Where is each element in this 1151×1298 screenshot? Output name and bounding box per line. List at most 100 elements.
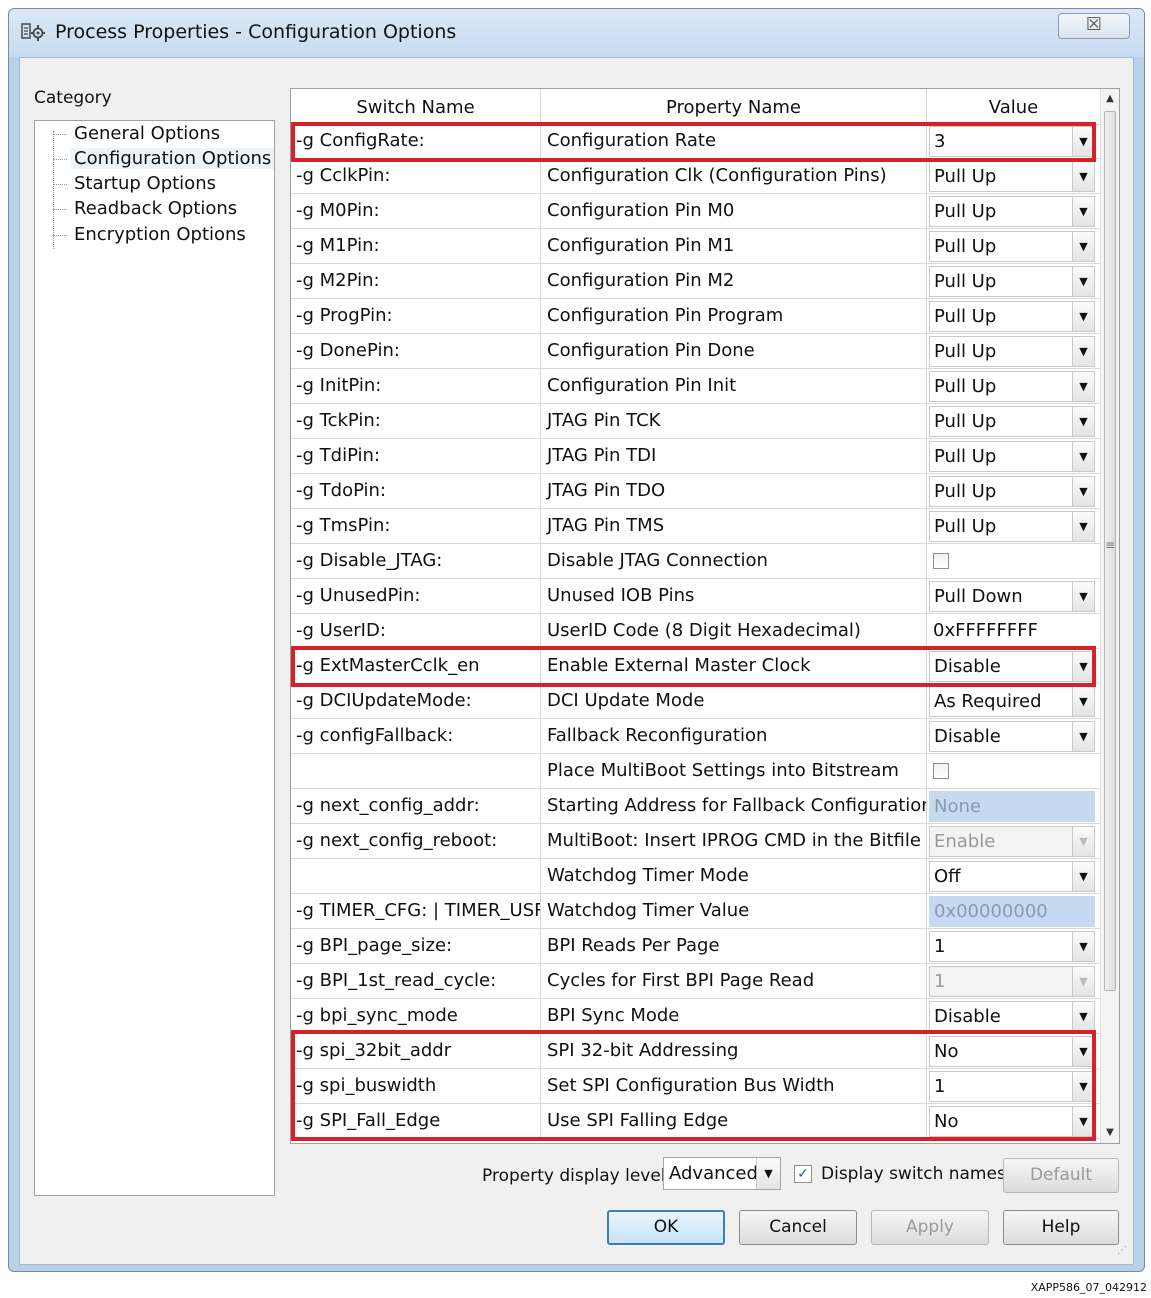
chevron-down-icon[interactable]: ▼: [1072, 827, 1094, 856]
chevron-down-icon[interactable]: ▼: [1072, 337, 1094, 366]
chevron-down-icon[interactable]: ▼: [1072, 967, 1094, 996]
value-checkbox[interactable]: [929, 546, 1095, 577]
column-header-switch-name[interactable]: Switch Name: [291, 89, 541, 124]
value-dropdown[interactable]: Disable ▼: [929, 721, 1095, 752]
value-dropdown[interactable]: Pull Up ▼: [929, 441, 1095, 472]
value-dropdown[interactable]: Pull Up ▼: [929, 476, 1095, 507]
table-row[interactable]: Place MultiBoot Settings into Bitstream: [291, 754, 1100, 789]
table-row[interactable]: -g SPI_Fall_Edge Use SPI Falling Edge No ▼: [291, 1104, 1100, 1139]
scrollbar-thumb[interactable]: ≡: [1104, 111, 1116, 991]
value-dropdown[interactable]: As Required ▼: [929, 686, 1095, 717]
table-row[interactable]: -g ProgPin: Configuration Pin Program Pull…: [291, 299, 1100, 334]
checkbox[interactable]: [933, 763, 949, 779]
value-dropdown[interactable]: Pull Down ▼: [929, 581, 1095, 612]
value-dropdown[interactable]: 3 ▼: [929, 126, 1095, 157]
value-dropdown[interactable]: Pull Up ▼: [929, 336, 1095, 367]
table-row[interactable]: -g InitPin: Configuration Pin Init Pull Up…: [291, 369, 1100, 404]
chevron-down-icon[interactable]: ▼: [1072, 862, 1094, 891]
value-dropdown[interactable]: Off ▼: [929, 861, 1095, 892]
table-row[interactable]: -g spi_buswidth Set SPI Configuration Bus…: [291, 1069, 1100, 1104]
chevron-down-icon[interactable]: ▼: [1072, 1072, 1094, 1101]
value-field-disabled[interactable]: None: [929, 791, 1095, 822]
tree-item-configuration-options[interactable]: Configuration Options: [71, 148, 275, 169]
table-row[interactable]: -g TdiPin: JTAG Pin TDI Pull Up ▼: [291, 439, 1100, 474]
table-row[interactable]: -g M0Pin: Configuration Pin M0 Pull Up ▼: [291, 194, 1100, 229]
value-dropdown[interactable]: Pull Up ▼: [929, 511, 1095, 542]
display-level-select[interactable]: Advanced ▼: [663, 1157, 781, 1190]
chevron-down-icon[interactable]: ▼: [1072, 302, 1094, 331]
help-button[interactable]: Help: [1003, 1210, 1119, 1245]
value-dropdown[interactable]: Pull Up ▼: [929, 161, 1095, 192]
value-dropdown[interactable]: Enable ▼: [929, 826, 1095, 857]
table-row[interactable]: -g spi_32bit_addr SPI 32-bit Addressing No…: [291, 1034, 1100, 1069]
chevron-down-icon[interactable]: ▼: [1072, 442, 1094, 471]
chevron-down-icon[interactable]: ▼: [1072, 932, 1094, 961]
value-dropdown[interactable]: Pull Up ▼: [929, 301, 1095, 332]
chevron-down-icon[interactable]: ▼: [1072, 477, 1094, 506]
table-row[interactable]: -g TdoPin: JTAG Pin TDO Pull Up ▼: [291, 474, 1100, 509]
table-row[interactable]: -g DCIUpdateMode: DCI Update Mode As Requi…: [291, 684, 1100, 719]
chevron-down-icon[interactable]: ▼: [1072, 687, 1094, 716]
chevron-down-icon[interactable]: ▼: [1072, 1107, 1094, 1136]
tree-item-startup-options[interactable]: Startup Options: [71, 173, 219, 194]
table-row[interactable]: -g TckPin: JTAG Pin TCK Pull Up ▼: [291, 404, 1100, 439]
table-row[interactable]: -g bpi_sync_mode BPI Sync Mode Disable ▼: [291, 999, 1100, 1034]
table-row[interactable]: -g M1Pin: Configuration Pin M1 Pull Up ▼: [291, 229, 1100, 264]
table-row[interactable]: -g CclkPin: Configuration Clk (Configurat…: [291, 159, 1100, 194]
table-row[interactable]: -g DonePin: Configuration Pin Done Pull Up…: [291, 334, 1100, 369]
chevron-down-icon[interactable]: ▼: [1072, 162, 1094, 191]
chevron-down-icon[interactable]: ▼: [1072, 267, 1094, 296]
tree-item-readback-options[interactable]: Readback Options: [71, 198, 240, 219]
chevron-down-icon[interactable]: ▼: [756, 1158, 780, 1189]
chevron-down-icon[interactable]: ▼: [1072, 722, 1094, 751]
chevron-down-icon[interactable]: ▼: [1072, 1037, 1094, 1066]
checkbox[interactable]: [933, 553, 949, 569]
table-row[interactable]: -g BPI_page_size: BPI Reads Per Page 1 ▼: [291, 929, 1100, 964]
chevron-down-icon[interactable]: ▼: [1072, 197, 1094, 226]
table-row[interactable]: -g ExtMasterCclk_en Enable External Maste…: [291, 649, 1100, 684]
value-dropdown[interactable]: Disable ▼: [929, 651, 1095, 682]
chevron-down-icon[interactable]: ▼: [1072, 582, 1094, 611]
cancel-button[interactable]: Cancel: [739, 1210, 857, 1245]
table-row[interactable]: Watchdog Timer Mode Off ▼: [291, 859, 1100, 894]
chevron-down-icon[interactable]: ▼: [1072, 372, 1094, 401]
value-dropdown[interactable]: 1 ▼: [929, 931, 1095, 962]
table-row[interactable]: -g next_config_reboot: MultiBoot: Insert …: [291, 824, 1100, 859]
tree-item-general-options[interactable]: General Options: [71, 123, 223, 144]
table-row[interactable]: -g TIMER_CFG: | TIMER_USR: Watchdog Timer…: [291, 894, 1100, 929]
value-dropdown[interactable]: Pull Up ▼: [929, 196, 1095, 227]
tree-item-encryption-options[interactable]: Encryption Options: [71, 224, 249, 245]
table-row[interactable]: -g M2Pin: Configuration Pin M2 Pull Up ▼: [291, 264, 1100, 299]
table-row[interactable]: -g next_config_addr: Starting Address for…: [291, 789, 1100, 824]
value-dropdown[interactable]: Pull Up ▼: [929, 266, 1095, 297]
chevron-down-icon[interactable]: ▼: [1072, 1002, 1094, 1031]
value-dropdown[interactable]: Pull Up ▼: [929, 371, 1095, 402]
resize-grip-icon[interactable]: ⋰: [1117, 1246, 1129, 1260]
ok-button[interactable]: OK: [607, 1210, 725, 1245]
value-checkbox[interactable]: [929, 756, 1095, 787]
default-button[interactable]: Default: [1003, 1158, 1119, 1193]
scroll-down-arrow-icon[interactable]: ▼: [1101, 1123, 1119, 1143]
chevron-down-icon[interactable]: ▼: [1072, 512, 1094, 541]
value-dropdown[interactable]: No ▼: [929, 1106, 1095, 1137]
value-field-disabled[interactable]: 0x00000000: [929, 896, 1095, 927]
table-row[interactable]: -g ConfigRate: Configuration Rate 3 ▼: [291, 124, 1100, 159]
value-dropdown[interactable]: Pull Up ▼: [929, 406, 1095, 437]
value-dropdown[interactable]: 1 ▼: [929, 1071, 1095, 1102]
table-row[interactable]: -g Disable_JTAG: Disable JTAG Connection: [291, 544, 1100, 579]
table-row[interactable]: -g UserID: UserID Code (8 Digit Hexadecim…: [291, 614, 1100, 649]
chevron-down-icon[interactable]: ▼: [1072, 407, 1094, 436]
apply-button[interactable]: Apply: [871, 1210, 989, 1245]
scroll-up-arrow-icon[interactable]: ▲: [1101, 89, 1119, 109]
chevron-down-icon[interactable]: ▼: [1072, 232, 1094, 261]
column-header-property-name[interactable]: Property Name: [541, 89, 927, 124]
value-dropdown[interactable]: No ▼: [929, 1036, 1095, 1067]
display-switch-names-checkbox[interactable]: ✓: [794, 1165, 812, 1183]
table-row[interactable]: -g TmsPin: JTAG Pin TMS Pull Up ▼: [291, 509, 1100, 544]
column-header-value[interactable]: Value: [927, 89, 1100, 124]
value-dropdown[interactable]: Disable ▼: [929, 1001, 1095, 1032]
value-dropdown[interactable]: Pull Up ▼: [929, 231, 1095, 262]
value-dropdown[interactable]: 1 ▼: [929, 966, 1095, 997]
chevron-down-icon[interactable]: ▼: [1072, 127, 1094, 156]
vertical-scrollbar[interactable]: ▲ ≡ ▼: [1100, 89, 1119, 1143]
